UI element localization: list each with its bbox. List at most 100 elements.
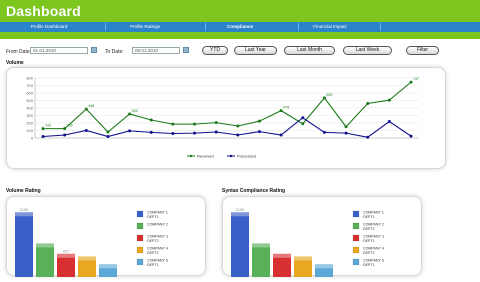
legend-label: COMPANY 3 bbox=[147, 235, 168, 239]
data-point bbox=[301, 116, 305, 120]
bar-highlight bbox=[57, 253, 75, 258]
data-label: 165 bbox=[67, 124, 73, 128]
legend-label: DEPT1 bbox=[147, 215, 159, 219]
legend-label: DEPT2 bbox=[147, 251, 159, 255]
header-bar: Dashboard bbox=[0, 0, 480, 22]
legend-label: COMPANY 5 bbox=[363, 259, 384, 263]
volume-rating-panel: 1163 417 COMPANY 1 DEPT1 COMPANY 2 COMPANY 3D… bbox=[6, 196, 206, 277]
bar bbox=[252, 243, 270, 277]
bar bbox=[36, 243, 54, 277]
data-label: 326 bbox=[132, 109, 138, 113]
last-month-button[interactable]: Last Month bbox=[284, 46, 335, 55]
from-date-label: From Date: bbox=[6, 49, 32, 55]
legend-swatch bbox=[136, 246, 144, 254]
legend-label: DEPT1 bbox=[363, 263, 375, 267]
data-point bbox=[149, 130, 153, 134]
data-label: 747 bbox=[413, 77, 419, 81]
legend-label: DEPT1 bbox=[147, 263, 159, 267]
from-date-input[interactable]: 01.01.2010 bbox=[30, 47, 88, 54]
legend-label: COMPANY 3 bbox=[363, 235, 384, 239]
legend-label: COMPANY 2 bbox=[147, 223, 168, 227]
data-point bbox=[366, 135, 370, 139]
data-point bbox=[193, 131, 197, 135]
legend-label: COMPANY 1 bbox=[363, 211, 384, 215]
data-label: 479 bbox=[283, 106, 289, 110]
syntax-compliance-panel: 1163 COMPANY 1 DEPT1 COMPANY 2 DEPT2 COMPANY … bbox=[222, 196, 422, 277]
legend-label: DEPT1 bbox=[363, 239, 375, 243]
y-tick-label: 600 bbox=[26, 91, 33, 96]
data-point bbox=[322, 130, 326, 134]
to-date-label: To Date: bbox=[105, 49, 124, 55]
legend-swatch bbox=[136, 210, 144, 218]
last-year-button[interactable]: Last Year bbox=[234, 46, 277, 55]
volume-rating-title: Volume Rating bbox=[6, 188, 41, 194]
tab-compliance[interactable]: Compliance bbox=[205, 22, 275, 32]
legend-label: Processed bbox=[237, 153, 256, 158]
legend-swatch bbox=[352, 222, 360, 230]
data-point bbox=[214, 130, 218, 134]
y-tick-label: 500 bbox=[26, 98, 33, 103]
legend-swatch bbox=[352, 210, 360, 218]
data-point bbox=[279, 133, 283, 137]
last-week-button[interactable]: Last Week bbox=[343, 46, 392, 55]
data-point bbox=[344, 125, 348, 129]
data-point bbox=[366, 102, 370, 105]
legend-swatch bbox=[136, 258, 144, 266]
volume-chart-panel: 800 700 600 500 400 300 200 100 0 143 165 448 326 479… bbox=[6, 67, 446, 169]
to-date-input[interactable]: 06.01.2010 bbox=[132, 47, 180, 54]
bar bbox=[231, 212, 249, 277]
y-tick-label: 400 bbox=[26, 106, 33, 111]
tab-divider bbox=[105, 23, 106, 31]
tab-profile-dashboard[interactable]: Profile Dashboard bbox=[14, 22, 84, 32]
bar-value-label: 417 bbox=[63, 249, 69, 253]
volume-section-title: Volume bbox=[6, 60, 24, 66]
bar-highlight bbox=[78, 256, 96, 261]
y-tick-label: 0 bbox=[31, 136, 34, 141]
data-point bbox=[63, 133, 67, 137]
bar bbox=[15, 212, 33, 277]
legend-swatch bbox=[352, 234, 360, 242]
bar-highlight bbox=[99, 264, 117, 269]
data-point bbox=[236, 124, 240, 128]
bar-highlight bbox=[252, 243, 270, 248]
page-title: Dashboard bbox=[6, 3, 81, 19]
data-point bbox=[106, 130, 110, 134]
legend-marker bbox=[229, 154, 233, 158]
bar-highlight bbox=[15, 212, 33, 217]
data-label: 143 bbox=[45, 124, 51, 128]
data-point bbox=[193, 122, 197, 126]
volume-rating-bar-chart: 1163417COMPANY 1DEPT1COMPANY 2COMPANY 3D… bbox=[15, 208, 168, 277]
legend-label: COMPANY 2 bbox=[363, 223, 384, 227]
calendar-icon[interactable] bbox=[91, 47, 97, 53]
legend-swatch bbox=[136, 222, 144, 230]
tab-financial-impact[interactable]: Financial Impact bbox=[295, 22, 365, 32]
syntax-compliance-title: Syntax Compliance Rating bbox=[222, 188, 286, 194]
calendar-icon[interactable] bbox=[183, 47, 189, 53]
data-point bbox=[128, 129, 132, 133]
data-label: 448 bbox=[88, 104, 94, 108]
data-point bbox=[257, 130, 261, 134]
data-point bbox=[41, 135, 45, 138]
bar-value-label: 1163 bbox=[236, 208, 244, 212]
tab-profile-ratings[interactable]: Profile Ratings bbox=[110, 22, 180, 32]
bar-value-label: 1163 bbox=[20, 208, 28, 212]
y-tick-label: 100 bbox=[26, 128, 33, 133]
data-point bbox=[409, 134, 413, 138]
y-tick-label: 800 bbox=[26, 76, 33, 81]
legend-swatch bbox=[352, 246, 360, 254]
volume-line-chart: 800 700 600 500 400 300 200 100 0 143 165 448 326 479… bbox=[26, 76, 419, 158]
data-point bbox=[214, 121, 218, 125]
data-point bbox=[387, 120, 391, 123]
bar-highlight bbox=[231, 212, 249, 217]
bar-highlight bbox=[36, 243, 54, 248]
filter-button[interactable]: Filter bbox=[406, 46, 439, 55]
bar-highlight bbox=[315, 264, 333, 269]
ytd-button[interactable]: YTD bbox=[202, 46, 228, 55]
data-point bbox=[387, 98, 391, 102]
data-point bbox=[344, 131, 348, 135]
series-line-received bbox=[43, 81, 412, 133]
tab-bar: Profile Dashboard Profile Ratings Compli… bbox=[0, 22, 480, 32]
y-tick-label: 700 bbox=[26, 83, 33, 88]
legend-label: DEPT2 bbox=[147, 239, 159, 243]
legend-label: Received bbox=[197, 153, 214, 158]
